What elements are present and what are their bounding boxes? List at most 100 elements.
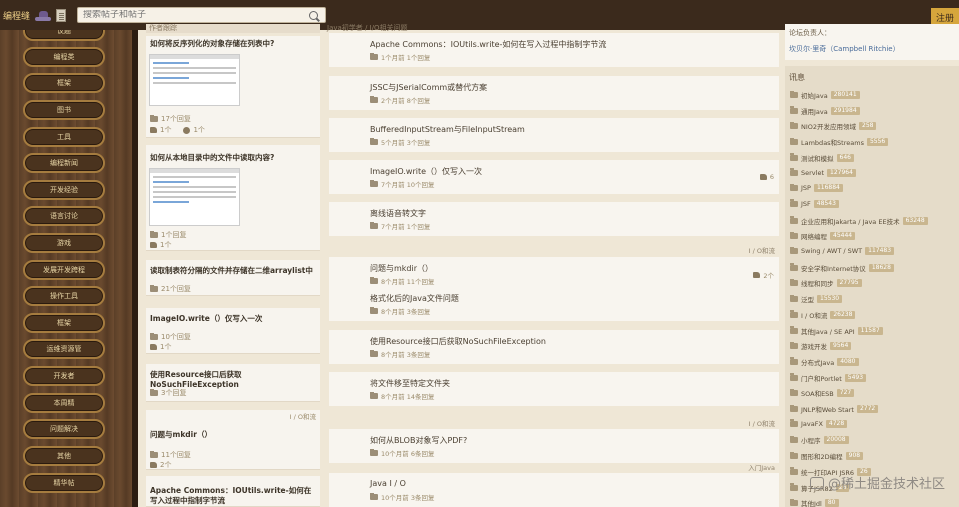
forum-name[interactable]: 企业应用和Jakarta / Java EE技术	[801, 216, 900, 226]
site-logo[interactable]: 编程缝	[0, 9, 30, 22]
post-card[interactable]: I / O和流 问题与mkdir（） 11个回复 2个	[146, 410, 320, 470]
forum-name[interactable]: JSP	[801, 184, 811, 192]
forum-name[interactable]: SOA和ESB	[801, 388, 834, 398]
forum-name[interactable]: 线程和同步	[801, 278, 834, 288]
post-title[interactable]: 读取制表符分隔的文件并存储在二维arraylist中	[146, 260, 320, 276]
sidebar-item[interactable]: 游戏	[23, 233, 105, 253]
forum-name[interactable]: 测试和模拟	[801, 153, 834, 163]
forum-item[interactable]: 游戏开发 9564	[790, 341, 852, 351]
forum-name[interactable]: 网络编程	[801, 231, 827, 241]
forum-item[interactable]: 其他Jdl 80	[790, 498, 839, 507]
topic-title[interactable]: 如何从BLOB对象写入PDF?	[370, 435, 467, 446]
post-card[interactable]: 使用Resource接口后获取NoSuchFileException 3个回复	[146, 364, 320, 402]
topic-row[interactable]: 问题与mkdir（） 8个月前 11个回复 2个	[329, 257, 779, 291]
forum-item[interactable]: JSP 116884	[790, 183, 843, 193]
sidebar-item[interactable]: 框架	[23, 73, 105, 93]
forum-name[interactable]: JNLP和Web Start	[801, 404, 854, 414]
forum-name[interactable]: JSF	[801, 200, 811, 208]
sidebar-item[interactable]: 开发者	[23, 366, 105, 386]
sidebar-item[interactable]: 框架	[23, 313, 105, 333]
forum-name[interactable]: 图形和2D编程	[801, 451, 843, 461]
post-card[interactable]: 如何将反序列化的对象存储在列表中? 17个回复 1个 1个	[146, 36, 320, 138]
sidebar-item[interactable]: 问题解决	[23, 419, 105, 439]
sidebar-item[interactable]: 工具	[23, 127, 105, 147]
topic-row[interactable]: Apache Commons：IOUtils.write-如何在写入过程中指制字…	[329, 33, 779, 67]
topic-row[interactable]: 格式化后的Java文件问题 8个月前 3条回复	[329, 287, 779, 321]
forum-item[interactable]: 泛型 15530	[790, 294, 843, 304]
topic-row[interactable]: 离线语音转文字 7个月前 1个回复	[329, 202, 779, 236]
forum-name[interactable]: I / O和流	[801, 310, 827, 320]
category-tag[interactable]: I / O和流	[290, 411, 316, 421]
search-input[interactable]	[83, 10, 305, 20]
topic-title[interactable]: ImageIO.write（）仅写入一次	[370, 166, 482, 177]
sidebar-item[interactable]: 操作工具	[23, 286, 105, 306]
forum-item[interactable]: Swing / AWT / SWT 117483	[790, 246, 895, 255]
post-card[interactable]: 如何从本地目录中的文件中读取内容? 1个回复 1个	[146, 145, 320, 251]
forum-item[interactable]: 测试和模拟 646	[790, 153, 854, 163]
forum-item[interactable]: I / O和流 26238	[790, 310, 856, 320]
forum-name[interactable]: 安全学和Internet协议	[801, 263, 866, 273]
forum-name[interactable]: JavaFX	[801, 420, 823, 428]
forum-name[interactable]: 门户和Portlet	[801, 373, 842, 383]
post-title[interactable]: ImageIO.write（）仅写入一次	[146, 308, 320, 324]
forum-name[interactable]: 小程序	[801, 435, 821, 445]
forum-item[interactable]: 小程序 20008	[790, 435, 849, 445]
post-title[interactable]: 使用Resource接口后获取NoSuchFileException	[146, 364, 320, 390]
breadcrumb[interactable]: Java初学者 / I/O相关问题	[327, 24, 779, 33]
topic-row[interactable]: Java I / O 10个月前 3条回复	[329, 473, 779, 507]
forum-item[interactable]: JSF 48543	[790, 199, 839, 208]
forum-item[interactable]: Lambdas和Streams 5556	[790, 137, 889, 147]
sidebar-item[interactable]: 图书	[23, 100, 105, 120]
search-icon[interactable]	[309, 10, 318, 20]
category-tag[interactable]: I / O和流	[749, 245, 775, 255]
forum-name[interactable]: 分布式Java	[801, 357, 834, 367]
post-title[interactable]: Apache Commons：IOUtils.write-如何在写入过程中指制字…	[146, 476, 320, 506]
forum-item[interactable]: 企业应用和Jakarta / Java EE技术 63248	[790, 216, 928, 226]
sidebar-item[interactable]: 精华帖	[23, 473, 105, 493]
forum-item[interactable]: 网络编程 45444	[790, 231, 856, 241]
forum-item[interactable]: 图形和2D编程 908	[790, 451, 864, 461]
sidebar-item[interactable]: 其他	[23, 446, 105, 466]
sidebar-item[interactable]: 开发经验	[23, 180, 105, 200]
sidebar-item[interactable]: 编程类	[23, 47, 105, 67]
sidebar-item[interactable]: 编程新闻	[23, 153, 105, 173]
forum-item[interactable]: 线程和同步 27795	[790, 278, 862, 288]
post-title[interactable]: 如何从本地目录中的文件中读取内容?	[146, 145, 320, 163]
topic-title[interactable]: Java I / O	[370, 479, 406, 488]
topic-title[interactable]: 离线语音转文字	[370, 208, 426, 219]
topic-title[interactable]: Apache Commons：IOUtils.write-如何在写入过程中指制字…	[370, 39, 606, 50]
forum-item[interactable]: JNLP和Web Start 2772	[790, 404, 879, 414]
forum-name[interactable]: Swing / AWT / SWT	[801, 247, 862, 255]
sidebar-item[interactable]: 语言讨论	[23, 206, 105, 226]
forum-name[interactable]: NIO2开发应用领域	[801, 121, 856, 131]
forum-name[interactable]: 其他Java / SE API	[801, 326, 855, 336]
topic-title[interactable]: JSSC与JSerialComm或替代方案	[370, 82, 487, 93]
topic-title[interactable]: 使用Resource接口后获取NoSuchFileException	[370, 336, 546, 347]
topic-row[interactable]: BufferedInputStream与FileInputStream 5个月前…	[329, 118, 779, 152]
forum-name[interactable]: 游戏开发	[801, 341, 827, 351]
topic-row[interactable]: 如何从BLOB对象写入PDF? 10个月前 6条回复	[329, 429, 779, 463]
forum-name[interactable]: 通用Java	[801, 106, 828, 116]
forum-item[interactable]: 其他Java / SE API 11587	[790, 326, 883, 336]
category-tag[interactable]: I / O和流	[749, 418, 775, 428]
document-icon[interactable]	[56, 8, 66, 22]
moderator-link[interactable]: 坎贝尔·里奇（Campbell Ritchie）	[789, 44, 900, 54]
category-tag[interactable]: 入门Java	[748, 462, 775, 472]
forum-item[interactable]: 通用Java 291984	[790, 106, 860, 116]
topic-title[interactable]: 将文件移至特定文件夹	[370, 378, 450, 389]
forum-item[interactable]: NIO2开发应用领域 258	[790, 121, 877, 131]
topic-title[interactable]: 格式化后的Java文件问题	[370, 293, 459, 304]
forum-item[interactable]: Servlet 127964	[790, 168, 856, 177]
topic-title[interactable]: BufferedInputStream与FileInputStream	[370, 124, 525, 135]
hat-icon[interactable]	[35, 10, 51, 21]
sidebar-item[interactable]: 发展开发跨程	[23, 260, 105, 280]
sidebar-item[interactable]: 运维资源管	[23, 339, 105, 359]
topic-row[interactable]: 将文件移至特定文件夹 8个月前 14条回复	[329, 372, 779, 406]
forum-item[interactable]: 安全学和Internet协议 18628	[790, 263, 894, 273]
forum-item[interactable]: JavaFX 4728	[790, 419, 848, 428]
forum-name[interactable]: 泛型	[801, 294, 814, 304]
post-card[interactable]: ImageIO.write（）仅写入一次 10个回复 1个	[146, 308, 320, 354]
forum-name[interactable]: Lambdas和Streams	[801, 137, 864, 147]
post-title[interactable]: 如何将反序列化的对象存储在列表中?	[146, 36, 320, 49]
topic-title[interactable]: 问题与mkdir（）	[370, 263, 433, 274]
